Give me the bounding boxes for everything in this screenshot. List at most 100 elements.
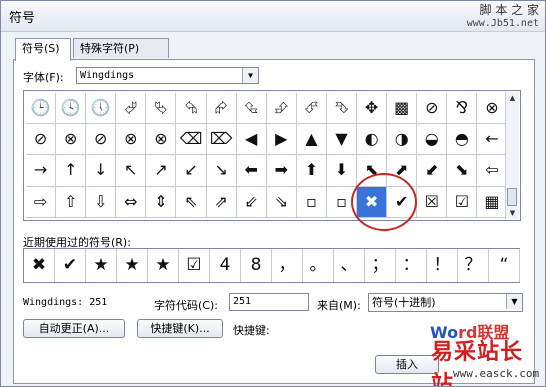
recent-symbol-cell[interactable]: 。 [303,249,334,282]
symbol-cell[interactable]: ◐ [357,124,388,156]
char-code-label: 字符代码(C): [154,299,218,312]
insert-button[interactable]: 插入 [375,355,439,374]
symbol-cell[interactable]: ☒ [417,186,448,218]
symbol-cell[interactable]: ⮱ [146,93,177,125]
symbol-cell[interactable]: ⌦ [206,124,237,156]
recent-symbol-cell[interactable]: “ [489,249,520,282]
symbol-cell[interactable]: ⇖ [176,186,207,218]
symbol-cell[interactable]: ⮴ [236,93,267,125]
symbol-cell[interactable]: ⇘ [266,186,297,218]
recent-symbol-cell[interactable]: 4 [210,249,241,282]
symbol-cell[interactable]: ⬆ [296,155,327,187]
char-code-input[interactable]: 251 [229,293,309,311]
symbol-cell[interactable]: ⮲ [176,93,207,125]
symbol-cell[interactable]: ⬋ [417,155,448,187]
recent-symbol-cell[interactable]: ☑ [179,249,210,282]
shortcut-key-button[interactable]: 快捷键(K)... [137,319,223,338]
symbol-cell[interactable]: ◒ [417,124,448,156]
symbol-cell[interactable]: ↑ [56,155,87,187]
watermark-brand-url: www.easck.com [453,367,540,380]
chevron-down-icon[interactable]: ▼ [506,294,522,309]
symbol-cell[interactable]: ⮳ [206,93,237,125]
symbol-cell[interactable]: ⊘ [417,93,448,125]
symbol-cell[interactable]: ↖ [116,155,147,187]
recent-symbol-cell[interactable]: ✔ [55,249,86,282]
recent-symbol-cell[interactable]: ★ [117,249,148,282]
recent-symbol-cell[interactable]: ？ [458,249,489,282]
recent-symbol-cell[interactable]: ★ [148,249,179,282]
tab-symbols[interactable]: 符号(S) [15,38,71,61]
recent-symbol-cell[interactable]: 8 [241,249,272,282]
symbol-cell[interactable]: ▲ [296,124,327,156]
symbol-cell[interactable]: ↗ [146,155,177,187]
symbol-cell[interactable]: ⮶ [296,93,327,125]
symbol-cell[interactable]: ⇗ [206,186,237,218]
tab-special-characters[interactable]: 特殊字符(P) [73,38,169,58]
selection-highlight-circle [351,173,417,231]
recent-symbol-cell[interactable]: ， [272,249,303,282]
top-watermark: 脚 本 之 家 www.Jb51.net [467,3,539,31]
symbol-grid: 🕒 🕓 🕔 ⮰ ⮱ ⮲ ⮳ ⮴ ⮵ ⮶ ⮷ ✥ ▩ ⊘ ⅋ ⊗ ⊘ ⊗ ⊘ ⊗ ⊗ ⌫ ⌦ ◀ ▶ ▲ ▼ ◐ ◑ ◒ ◓ ← → ↑ ↓ ↖ ↗ ↙ ↘ ⬅… [26,93,508,218]
autocorrect-button[interactable]: 自动更正(A)... [23,319,125,338]
symbol-cell[interactable]: ⮰ [116,93,147,125]
chevron-down-icon[interactable]: ▼ [242,68,258,83]
symbol-cell[interactable]: ⊗ [56,124,87,156]
symbol-cell[interactable]: ↙ [176,155,207,187]
symbol-cell[interactable]: → [26,155,57,187]
symbol-cell[interactable]: ▦ [477,186,508,218]
symbol-cell[interactable]: ↓ [86,155,117,187]
symbol-cell[interactable]: ⇔ [116,186,147,218]
symbol-cell[interactable]: ⊗ [116,124,147,156]
symbol-cell[interactable]: ➡ [266,155,297,187]
symbol-cell[interactable]: ▩ [387,93,418,125]
symbol-cell[interactable]: ⮵ [266,93,297,125]
symbol-cell[interactable]: ✥ [357,93,388,125]
symbol-cell[interactable]: ◑ [387,124,418,156]
watermark-text: 脚 本 之 家 [479,3,539,17]
symbol-cell[interactable]: ⊘ [26,124,57,156]
symbol-cell[interactable]: ⌫ [176,124,207,156]
recent-symbol-cell[interactable]: ★ [86,249,117,282]
symbol-cell[interactable]: ⇙ [236,186,267,218]
symbol-cell[interactable]: ← [477,124,508,156]
scroll-up-icon[interactable]: ▲ [506,92,519,104]
recent-symbol-cell[interactable]: 、 [334,249,365,282]
symbol-cell[interactable]: 🕔 [86,93,117,125]
recent-symbol-cell[interactable]: ： [396,249,427,282]
symbol-cell[interactable]: ☑ [447,186,478,218]
font-select[interactable]: Wingdings ▼ [76,67,259,84]
symbol-cell[interactable]: ⮷ [326,93,358,125]
symbol-cell[interactable]: ◀ [236,124,267,156]
symbol-cell[interactable]: ⇕ [146,186,177,218]
symbol-cell[interactable]: ◓ [447,124,478,156]
scroll-down-icon[interactable]: ▼ [506,207,519,219]
symbol-grid-box: 🕒 🕓 🕔 ⮰ ⮱ ⮲ ⮳ ⮴ ⮵ ⮶ ⮷ ✥ ▩ ⊘ ⅋ ⊗ ⊘ ⊗ ⊘ ⊗ ⊗ ⌫ ⌦ ◀ ▶ ▲ ▼ ◐ ◑ ◒ ◓ ← → ↑ ↓ ↖ ↗ ↙ ↘ ⬅… [23,90,521,221]
font-value: Wingdings [80,70,135,81]
watermark-url: www.Jb51.net [466,18,539,29]
symbol-cell[interactable]: ⇩ [86,186,117,218]
recent-symbol-cell[interactable]: ； [365,249,396,282]
symbol-cell[interactable]: ⬇ [326,155,358,187]
title-bar[interactable]: 符号 脚 本 之 家 www.Jb51.net [1,1,545,32]
symbol-cell[interactable]: ⇨ [26,186,57,218]
symbol-cell[interactable]: ▫ [296,186,327,218]
symbol-cell[interactable]: ⅋ [447,93,478,125]
scroll-thumb[interactable] [507,188,517,206]
recent-symbol-cell[interactable]: ✖ [24,249,55,282]
symbol-cell[interactable]: 🕒 [26,93,57,125]
symbol-cell[interactable]: ↘ [206,155,237,187]
symbol-cell[interactable]: 🕓 [56,93,87,125]
symbol-cell[interactable]: ⬊ [447,155,478,187]
from-select[interactable]: 符号(十进制) ▼ [368,293,523,312]
recent-symbols: ✖ ✔ ★ ★ ★ ☑ 4 8，。、；：！？ “ [23,248,520,283]
symbol-cell[interactable]: ⊘ [86,124,117,156]
symbol-cell[interactable]: ⇦ [477,155,508,187]
grid-scrollbar[interactable]: ▲ ▼ [505,92,519,219]
recent-symbol-cell[interactable]: ！ [427,249,458,282]
symbol-cell[interactable]: ⊗ [146,124,177,156]
symbol-cell[interactable]: ⊗ [477,93,508,125]
symbol-cell[interactable]: ▼ [326,124,358,156]
symbol-cell[interactable]: ▶ [266,124,297,156]
symbol-cell[interactable]: ⇧ [56,186,87,218]
symbol-cell[interactable]: ⬅ [236,155,267,187]
